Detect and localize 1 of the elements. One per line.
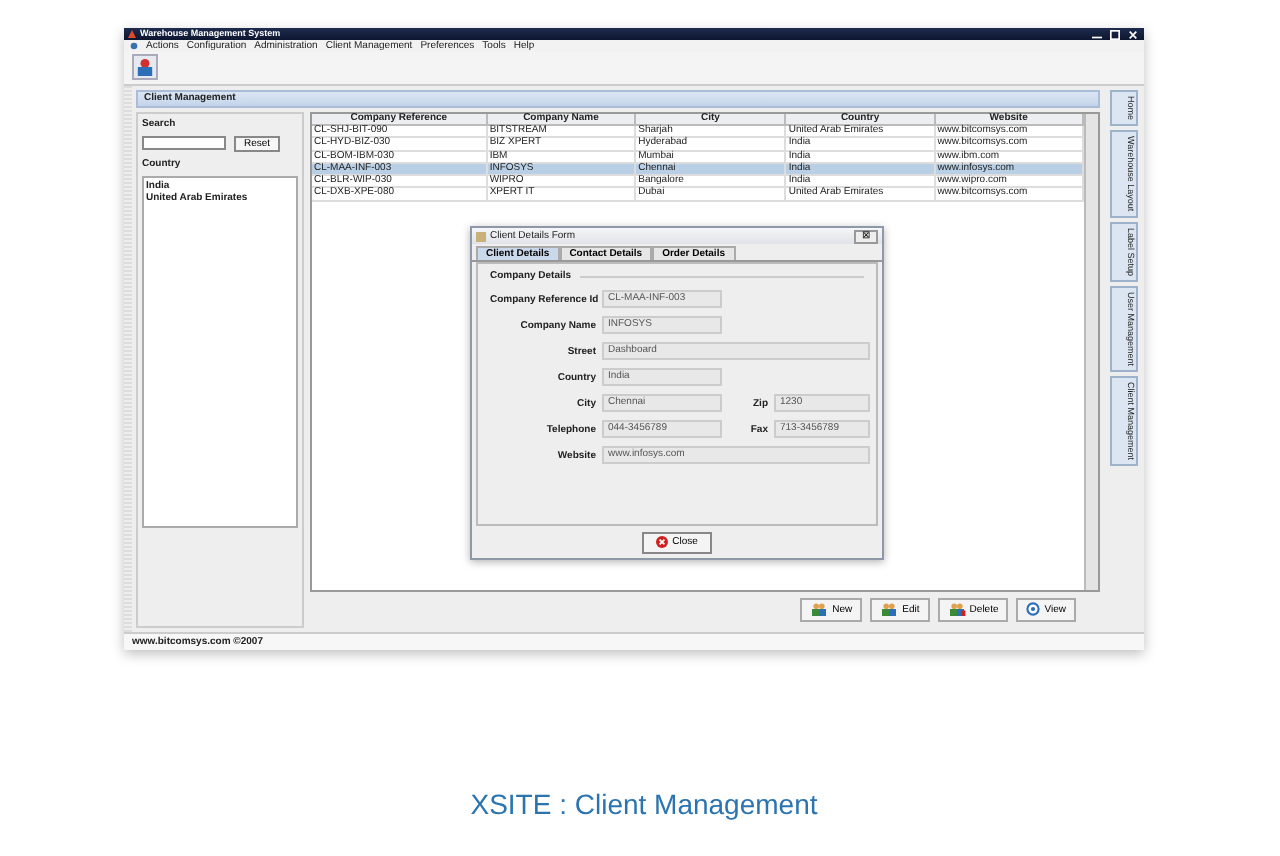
- caption: XSITE : Client Management: [468, 788, 820, 820]
